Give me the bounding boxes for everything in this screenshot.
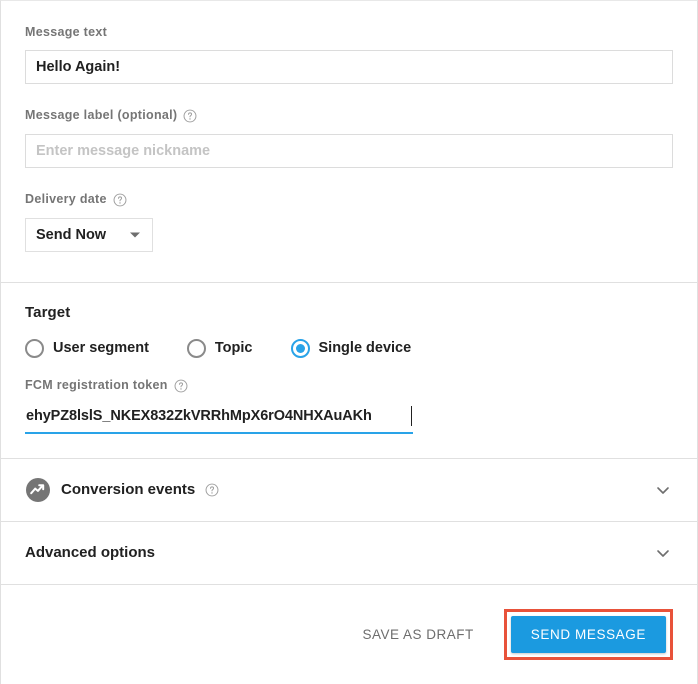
chevron-down-icon[interactable] — [653, 543, 673, 563]
message-text-label-text: Message text — [25, 26, 107, 39]
radio-circle-icon — [25, 339, 44, 358]
radio-user-segment-label: User segment — [53, 340, 149, 356]
advanced-options-left: Advanced options — [25, 544, 653, 561]
help-circle-icon[interactable] — [205, 483, 219, 497]
delivery-date-selected-value: Send Now — [36, 227, 106, 243]
fcm-token-input[interactable] — [25, 402, 413, 434]
delivery-date-section: Delivery date Send Now — [1, 168, 697, 282]
send-message-highlight: SEND MESSAGE — [504, 609, 673, 660]
analytics-circle-icon — [25, 477, 51, 503]
form-footer: SAVE AS DRAFT SEND MESSAGE — [1, 585, 697, 684]
target-title: Target — [25, 304, 673, 321]
conversion-events-title: Conversion events — [61, 481, 195, 498]
radio-topic-label: Topic — [215, 340, 253, 356]
message-text-input[interactable] — [25, 50, 673, 84]
message-label-label: Message label (optional) — [25, 109, 673, 123]
chevron-down-icon[interactable] — [653, 480, 673, 500]
help-circle-icon[interactable] — [174, 379, 188, 393]
send-message-button[interactable]: SEND MESSAGE — [511, 616, 666, 653]
advanced-options-row[interactable]: Advanced options — [1, 522, 697, 584]
conversion-events-row[interactable]: Conversion events — [1, 459, 697, 521]
help-circle-icon[interactable] — [113, 193, 127, 207]
save-as-draft-button[interactable]: SAVE AS DRAFT — [348, 617, 487, 652]
target-radio-group: User segment Topic Single device — [25, 339, 673, 358]
advanced-options-title: Advanced options — [25, 544, 155, 561]
fcm-token-label-text: FCM registration token — [25, 379, 168, 392]
conversion-events-left: Conversion events — [25, 477, 653, 503]
delivery-date-label: Delivery date — [25, 193, 673, 207]
radio-topic[interactable]: Topic — [187, 339, 253, 358]
radio-user-segment[interactable]: User segment — [25, 339, 149, 358]
fcm-token-label: FCM registration token — [25, 379, 673, 393]
dropdown-triangle-icon — [130, 232, 140, 237]
message-composer-card: Message text Message label (optional) De… — [0, 0, 698, 684]
message-label-label-text: Message label (optional) — [25, 109, 177, 122]
help-circle-icon[interactable] — [183, 109, 197, 123]
radio-single-device-label: Single device — [319, 340, 412, 356]
radio-circle-selected-icon — [291, 339, 310, 358]
fcm-token-field — [25, 402, 413, 434]
message-text-section: Message text — [1, 1, 697, 84]
delivery-date-select[interactable]: Send Now — [25, 218, 153, 252]
target-section: Target User segment Topic Single device … — [1, 283, 697, 458]
radio-circle-icon — [187, 339, 206, 358]
message-label-section: Message label (optional) — [1, 84, 697, 168]
delivery-date-label-text: Delivery date — [25, 193, 107, 206]
radio-single-device[interactable]: Single device — [291, 339, 412, 358]
message-label-input[interactable] — [25, 134, 673, 168]
text-cursor — [411, 406, 412, 426]
message-text-label: Message text — [25, 26, 673, 39]
